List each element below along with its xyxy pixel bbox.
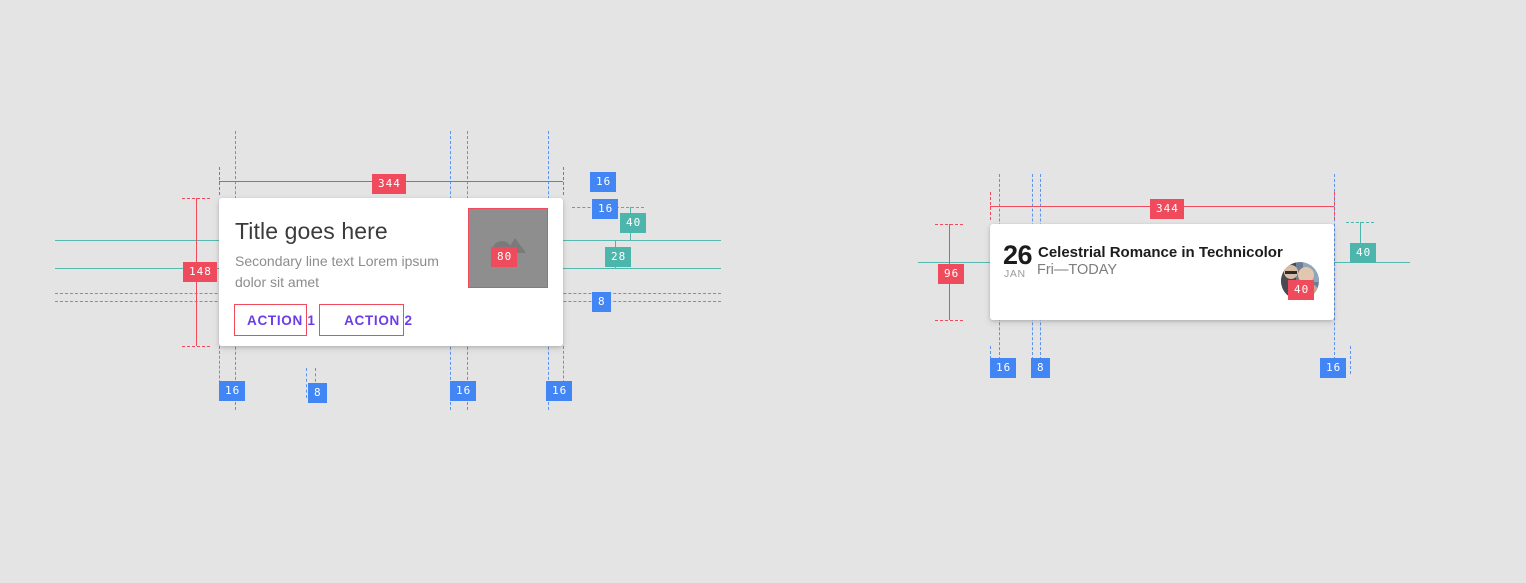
action-1-button[interactable]: ACTION 1 (235, 304, 328, 337)
redline-cap-left-height-bottom (182, 346, 210, 347)
badge-right-card-width: 344 (1150, 199, 1184, 219)
badge-left-card-width: 344 (372, 174, 406, 194)
badge-baseline-gap: 28 (605, 247, 632, 267)
event-month: JAN (1004, 268, 1026, 280)
card-event[interactable]: 26 JAN Celestrial Romance in Technicolor… (990, 224, 1334, 320)
vguide-right-stub-b (1350, 346, 1351, 374)
redline-cap-right-width-end (1334, 192, 1335, 220)
badge-left-card-height: 148 (183, 262, 217, 282)
badge-right-right-inset: 16 (1320, 358, 1347, 378)
badge-thumb-top-offset: 40 (620, 213, 647, 233)
badge-thumb-right-inset: 16 (592, 199, 619, 219)
badge-left-inset: 16 (219, 381, 246, 401)
redline-spec-canvas: 344 148 Title goes here Secondary line t… (0, 0, 1526, 583)
badge-action-gap: 8 (308, 383, 327, 403)
badge-right-date-gap: 8 (1031, 358, 1050, 378)
vguide-stub-b (306, 368, 307, 398)
redline-cap-left-width-end (563, 167, 564, 195)
greencap-baseline-bottom (601, 268, 629, 269)
event-day: 26 (1003, 240, 1033, 270)
event-title: Celestrial Romance in Technicolor (1038, 244, 1283, 261)
badge-right-inset: 16 (546, 381, 573, 401)
card-basic[interactable]: Title goes here Secondary line text Lore… (219, 198, 563, 346)
badge-right-left-inset: 16 (990, 358, 1017, 378)
badge-thumb-left-gap: 16 (450, 381, 477, 401)
badge-thumbnail-size: 80 (491, 247, 518, 267)
badge-actions-top-gap: 8 (592, 292, 611, 312)
card-actions: ACTION 1 ACTION 2 (235, 304, 425, 337)
card-title: Title goes here (235, 218, 388, 244)
badge-avatar-size: 40 (1288, 280, 1315, 300)
badge-right-avatar-offset: 40 (1350, 243, 1377, 263)
redline-cap-right-height-bottom (935, 320, 963, 321)
badge-right-card-height: 96 (938, 264, 965, 284)
event-subtitle: Fri—TODAY (1037, 262, 1118, 278)
action-2-button[interactable]: ACTION 2 (332, 304, 425, 337)
card-secondary-text: Secondary line text Lorem ipsum dolor si… (235, 253, 439, 290)
badge-top-right-gap: 16 (590, 172, 617, 192)
